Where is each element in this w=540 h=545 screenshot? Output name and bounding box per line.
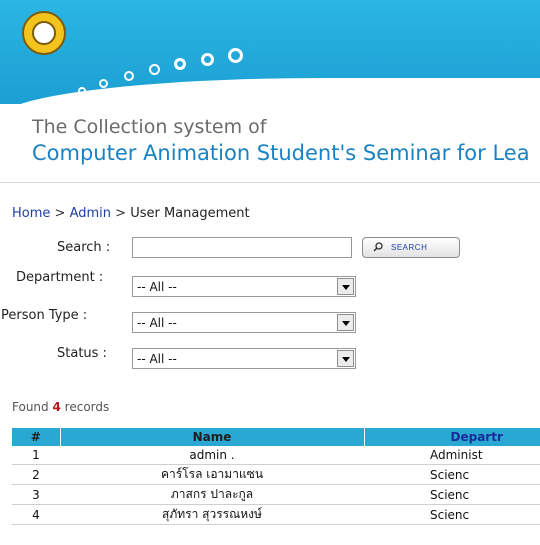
results-count: 4 [52,400,61,414]
row-department: Scienc [364,464,540,485]
column-header-department[interactable]: Departr [364,428,540,446]
row-department: Scienc [364,504,540,525]
site-title-line1: The Collection system of [32,116,267,138]
row-department: Scienc [364,484,540,505]
row-department: Administ [364,446,540,465]
logo-emblem-icon [32,21,56,45]
table-row[interactable]: 3 ภาสกร ปาละกูล Scienc [12,484,540,505]
column-header-name[interactable]: Name [60,428,365,446]
row-name[interactable]: คาร์โรล เอามาแซน [60,464,364,485]
bubble-icon [201,53,214,66]
bubble-icon [99,79,108,88]
breadcrumb-current: User Management [130,206,250,221]
person-type-label: Person Type : [1,308,88,323]
bubble-icon [149,64,160,75]
breadcrumb-admin-link[interactable]: Admin [70,206,111,221]
row-name[interactable]: admin . [60,446,364,465]
breadcrumb-separator: > [115,206,127,221]
status-select[interactable]: -- All -- [132,348,356,369]
status-selected-value: -- All -- [137,352,177,366]
header-banner [0,0,540,104]
breadcrumb-home-link[interactable]: Home [12,206,50,221]
search-input[interactable] [132,237,352,258]
department-selected-value: -- All -- [137,280,177,294]
bubble-icon [228,48,243,63]
column-header-number: # [12,428,61,446]
row-number: 3 [12,484,60,505]
results-summary: Found 4 records [12,400,109,414]
person-type-selected-value: -- All -- [137,316,177,330]
table-row[interactable]: 4 สุภัทรา สุวรรณหงษ์ Scienc [12,504,540,525]
header-divider [0,182,540,183]
site-title-line2: Computer Animation Student's Seminar for… [32,141,530,165]
table-row[interactable]: 2 คาร์โรล เอามาแซน Scienc [12,464,540,485]
chevron-down-icon[interactable] [337,278,354,295]
chevron-down-icon[interactable] [337,350,354,367]
row-number: 2 [12,464,60,485]
results-prefix: Found [12,400,49,414]
row-number: 1 [12,446,60,465]
status-label: Status : [57,346,107,361]
row-number: 4 [12,504,60,525]
row-name[interactable]: สุภัทรา สุวรรณหงษ์ [60,504,364,525]
department-select[interactable]: -- All -- [132,276,356,297]
header-wave [0,78,540,104]
search-label: Search : [57,240,111,255]
magnifier-icon [373,242,383,252]
table-row[interactable]: 1 admin . Administ [12,446,540,465]
person-type-select[interactable]: -- All -- [132,312,356,333]
table-header-row: # Name Departr [12,428,540,446]
search-button-label: SEARCH [391,243,428,252]
results-suffix: records [64,400,110,414]
department-label: Department : [16,270,104,285]
breadcrumb: Home > Admin > User Management [12,206,250,221]
breadcrumb-separator: > [54,206,66,221]
row-name[interactable]: ภาสกร ปาละกูล [60,484,364,505]
user-table: # Name Departr 1 admin . Administ 2 คาร์… [12,428,540,525]
chevron-down-icon[interactable] [337,314,354,331]
search-button[interactable]: SEARCH [362,237,460,258]
bubble-icon [124,71,134,81]
bubble-icon [174,58,186,70]
university-logo [22,11,66,55]
